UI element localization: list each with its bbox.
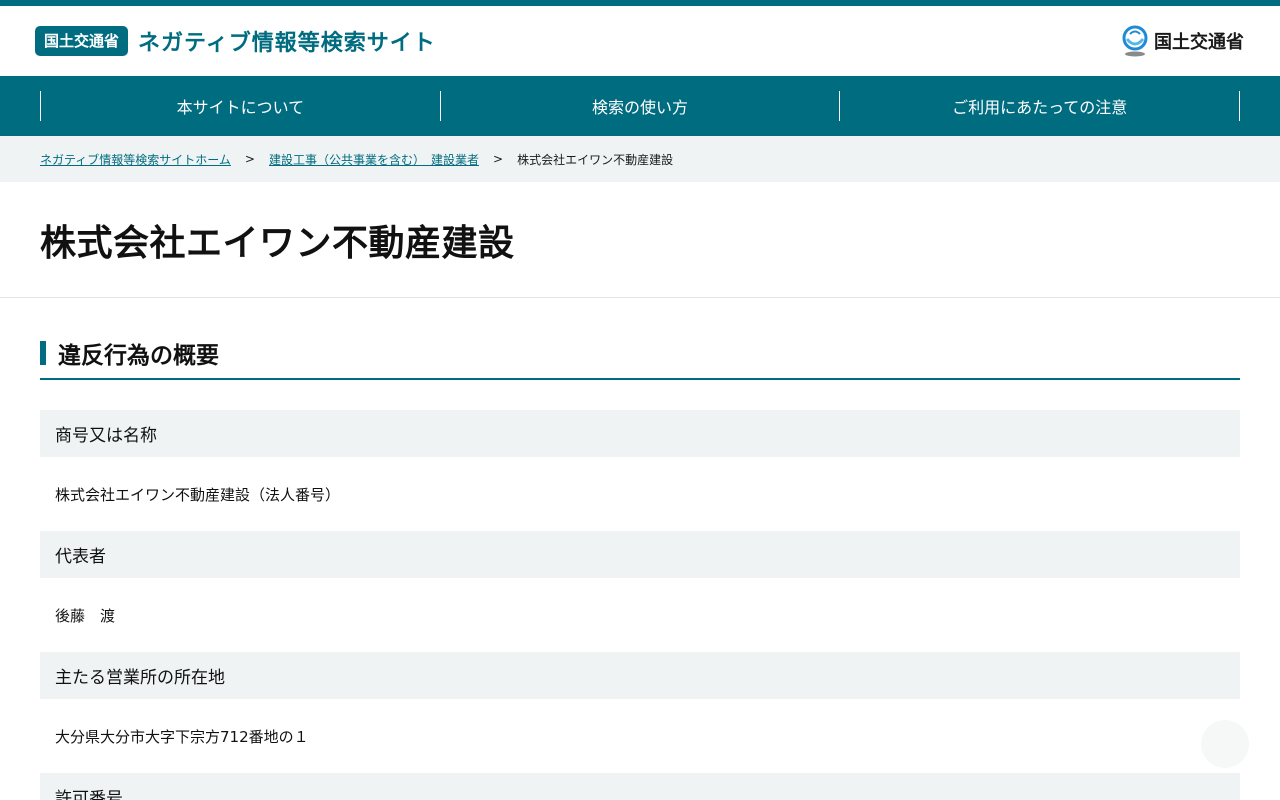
- detail-fields: 商号又は名称 株式会社エイワン不動産建設（法人番号） 代表者 後藤 渡 主たる営…: [40, 410, 1240, 800]
- nav-item-usage-notes[interactable]: ご利用にあたっての注意: [839, 91, 1241, 121]
- breadcrumb-separator: >: [244, 152, 255, 166]
- section-heading: 違反行為の概要: [40, 336, 1240, 380]
- nav-item-about[interactable]: 本サイトについて: [40, 91, 440, 121]
- breadcrumb-category-link[interactable]: 建設工事（公共事業を含む） 建設業者: [269, 151, 479, 168]
- breadcrumb: ネガティブ情報等検索サイトホーム > 建設工事（公共事業を含む） 建設業者 > …: [0, 136, 1280, 182]
- scroll-to-top-button[interactable]: [1201, 720, 1249, 768]
- site-header: 国土交通省 ネガティブ情報等検索サイト 国土交通省: [0, 6, 1280, 76]
- site-brand[interactable]: 国土交通省 ネガティブ情報等検索サイト: [35, 25, 436, 57]
- heading-accent-bar: [40, 341, 46, 365]
- field-label-main-office: 主たる営業所の所在地: [40, 652, 1240, 699]
- field-label-representative: 代表者: [40, 531, 1240, 578]
- main-content: 違反行為の概要 商号又は名称 株式会社エイワン不動産建設（法人番号） 代表者 後…: [0, 336, 1280, 800]
- page-title-area: 株式会社エイワン不動産建設: [0, 182, 1280, 298]
- breadcrumb-separator: >: [493, 152, 504, 166]
- nav-item-how-to-search[interactable]: 検索の使い方: [439, 91, 840, 121]
- section-heading-text: 違反行為の概要: [58, 343, 219, 369]
- breadcrumb-home-link[interactable]: ネガティブ情報等検索サイトホーム: [40, 151, 231, 168]
- ministry-badge: 国土交通省: [35, 26, 129, 56]
- site-title[interactable]: ネガティブ情報等検索サイト: [138, 25, 436, 57]
- breadcrumb-current: 株式会社エイワン不動産建設: [517, 152, 674, 167]
- ministry-logo-text: 国土交通省: [1154, 32, 1244, 53]
- main-nav: 本サイトについて 検索の使い方 ご利用にあたっての注意: [0, 76, 1280, 136]
- mlit-emblem-icon: [1122, 25, 1148, 57]
- page-title: 株式会社エイワン不動産建設: [40, 222, 515, 264]
- field-label-license-number: 許可番号: [40, 773, 1240, 800]
- field-label-company-name: 商号又は名称: [40, 410, 1240, 457]
- field-value-company-name: 株式会社エイワン不動産建設（法人番号）: [55, 485, 341, 504]
- field-value-main-office: 大分県大分市大字下宗方712番地の１: [55, 727, 309, 746]
- field-value-representative: 後藤 渡: [55, 606, 116, 625]
- ministry-logo[interactable]: 国土交通省: [1121, 25, 1244, 57]
